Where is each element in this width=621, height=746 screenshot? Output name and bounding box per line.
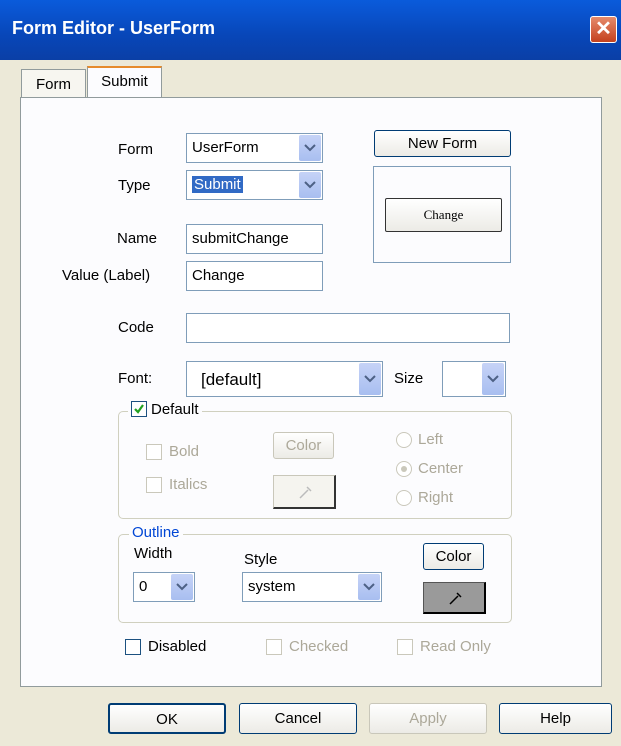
bold-label: Bold — [169, 443, 200, 460]
name-field[interactable]: submitChange — [186, 224, 323, 254]
width-select-value: 0 — [139, 578, 148, 595]
chevron-down-icon[interactable] — [359, 363, 381, 395]
font-select[interactable]: [default] — [186, 361, 383, 397]
disabled-checkbox[interactable] — [125, 639, 141, 655]
tab-form[interactable]: Form — [21, 69, 86, 97]
help-button[interactable]: Help — [499, 703, 612, 734]
code-field[interactable] — [186, 313, 510, 343]
window-title: Form Editor - UserForm — [12, 18, 216, 38]
font-select-value: [default] — [201, 370, 262, 389]
outline-color-swatch[interactable] — [423, 582, 486, 614]
title-bar: Form Editor - UserForm ✕ — [0, 0, 621, 60]
align-right-radio[interactable] — [396, 490, 412, 506]
bold-checkbox[interactable] — [146, 444, 162, 460]
code-label: Code — [118, 319, 154, 336]
style-select-value: system — [248, 578, 296, 595]
style-select[interactable]: system — [242, 572, 382, 602]
size-label: Size — [394, 370, 424, 387]
chevron-down-icon[interactable] — [358, 574, 380, 600]
value-field[interactable]: Change — [186, 261, 323, 291]
default-legend: Default — [128, 401, 202, 418]
size-select[interactable] — [442, 361, 506, 397]
type-select[interactable]: Submit — [186, 170, 323, 200]
italics-checkbox[interactable] — [146, 477, 162, 493]
align-center-label: Center — [418, 460, 464, 477]
cancel-button[interactable]: Cancel — [239, 703, 357, 734]
default-color-swatch[interactable] — [273, 475, 336, 509]
align-left-label: Left — [418, 431, 444, 448]
form-select-value: UserForm — [192, 139, 259, 156]
ok-button[interactable]: OK — [108, 703, 226, 734]
read-only-label: Read Only — [420, 638, 491, 655]
close-button[interactable]: ✕ — [590, 16, 617, 43]
default-color-button[interactable]: Color — [273, 432, 334, 459]
name-label: Name — [117, 230, 158, 247]
radio-dot-icon — [401, 466, 407, 472]
align-right-label: Right — [418, 489, 454, 506]
tab-submit[interactable]: Submit — [87, 66, 162, 99]
chevron-down-icon[interactable] — [482, 363, 504, 395]
checkmark-icon — [134, 404, 144, 414]
type-label: Type — [118, 177, 151, 194]
chevron-down-icon[interactable] — [171, 574, 193, 600]
outline-color-button[interactable]: Color — [423, 543, 484, 570]
disabled-label: Disabled — [148, 638, 207, 655]
outline-legend: Outline — [129, 524, 183, 541]
checked-checkbox[interactable] — [266, 639, 282, 655]
width-label: Width — [134, 545, 173, 562]
font-label: Font: — [118, 370, 153, 387]
new-form-button[interactable]: New Form — [374, 130, 511, 157]
chevron-down-icon[interactable] — [299, 135, 321, 161]
close-icon: ✕ — [595, 18, 612, 40]
default-checkbox[interactable] — [131, 401, 147, 417]
style-label: Style — [244, 551, 278, 568]
form-select[interactable]: UserForm — [186, 133, 323, 163]
chevron-down-icon[interactable] — [299, 172, 321, 198]
eyedropper-icon — [449, 592, 462, 605]
italics-label: Italics — [169, 476, 208, 493]
apply-button[interactable]: Apply — [369, 703, 487, 734]
checked-label: Checked — [289, 638, 349, 655]
preview-button[interactable]: Change — [385, 198, 502, 232]
default-label: Default — [151, 401, 199, 418]
align-center-radio[interactable] — [396, 461, 412, 477]
value-label: Value (Label) — [62, 267, 151, 284]
type-select-value: Submit — [192, 176, 243, 193]
align-left-radio[interactable] — [396, 432, 412, 448]
read-only-checkbox[interactable] — [397, 639, 413, 655]
width-select[interactable]: 0 — [133, 572, 195, 602]
form-label: Form — [118, 141, 153, 158]
eyedropper-icon — [299, 486, 312, 499]
